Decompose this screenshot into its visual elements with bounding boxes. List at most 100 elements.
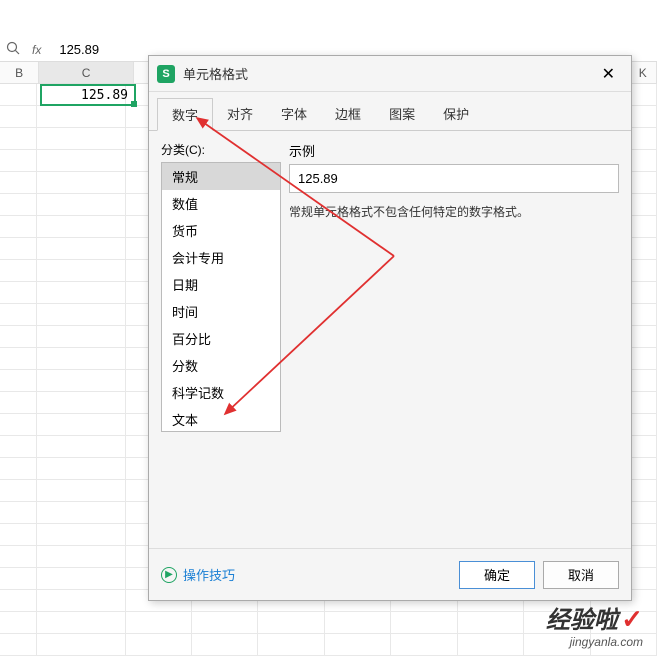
category-item-currency[interactable]: 货币	[162, 217, 280, 244]
grid-cell[interactable]	[258, 612, 324, 634]
grid-cell[interactable]	[37, 370, 125, 392]
category-item-scientific[interactable]: 科学记数	[162, 379, 280, 406]
grid-cell[interactable]	[37, 502, 125, 524]
grid-cell[interactable]	[37, 612, 125, 634]
ok-button[interactable]: 确定	[459, 561, 535, 589]
selected-cell[interactable]: 125.89	[40, 84, 136, 106]
grid-cell[interactable]	[0, 392, 37, 414]
category-item-text[interactable]: 文本	[162, 406, 280, 432]
grid-cell[interactable]	[37, 282, 125, 304]
grid-cell[interactable]	[0, 612, 37, 634]
tab-border[interactable]: 边框	[321, 98, 375, 130]
grid-cell[interactable]	[126, 612, 192, 634]
grid-cell[interactable]	[0, 414, 37, 436]
watermark-url: jingyanla.com	[546, 635, 643, 649]
grid-cell[interactable]	[0, 436, 37, 458]
tab-number[interactable]: 数字	[157, 98, 213, 131]
grid-cell[interactable]	[0, 128, 37, 150]
grid-cell[interactable]	[0, 634, 37, 656]
grid-cell[interactable]	[37, 260, 125, 282]
grid-cell[interactable]	[126, 634, 192, 656]
grid-cell[interactable]	[0, 348, 37, 370]
category-label: 分类(C):	[161, 141, 281, 158]
col-header-k[interactable]: K	[629, 62, 657, 84]
grid-cell[interactable]	[0, 150, 37, 172]
grid-cell[interactable]	[37, 458, 125, 480]
grid-cell[interactable]	[325, 612, 391, 634]
dialog-footer: ▶ 操作技巧 确定 取消	[149, 548, 631, 600]
grid-cell[interactable]	[0, 172, 37, 194]
category-item-number[interactable]: 数值	[162, 190, 280, 217]
grid-cell[interactable]	[37, 194, 125, 216]
category-list[interactable]: 常规 数值 货币 会计专用 日期 时间 百分比 分数 科学记数 文本 特殊 自定…	[161, 162, 281, 432]
grid-cell[interactable]	[0, 326, 37, 348]
grid-cell[interactable]	[37, 326, 125, 348]
category-item-percentage[interactable]: 百分比	[162, 325, 280, 352]
grid-cell[interactable]	[391, 634, 457, 656]
grid-cell[interactable]	[0, 282, 37, 304]
grid-cell[interactable]	[458, 634, 524, 656]
tab-pattern[interactable]: 图案	[375, 98, 429, 130]
grid-cell[interactable]	[37, 634, 125, 656]
col-header-c[interactable]: C	[39, 62, 133, 84]
grid-cell[interactable]	[37, 546, 125, 568]
grid-cell[interactable]	[0, 546, 37, 568]
grid-cell[interactable]	[37, 436, 125, 458]
grid-cell[interactable]	[37, 128, 125, 150]
grid-cell[interactable]	[458, 612, 524, 634]
category-item-fraction[interactable]: 分数	[162, 352, 280, 379]
play-icon: ▶	[161, 567, 177, 583]
grid-cell[interactable]	[0, 194, 37, 216]
category-item-time[interactable]: 时间	[162, 298, 280, 325]
grid-cell[interactable]	[37, 216, 125, 238]
grid-cell[interactable]	[192, 612, 258, 634]
sample-value: 125.89	[289, 164, 619, 193]
sample-label: 示例	[289, 141, 619, 160]
grid-cell[interactable]	[37, 480, 125, 502]
grid-cell[interactable]	[37, 348, 125, 370]
tab-alignment[interactable]: 对齐	[213, 98, 267, 130]
grid-cell[interactable]	[0, 304, 37, 326]
grid-cell[interactable]	[0, 260, 37, 282]
grid-cell[interactable]	[0, 524, 37, 546]
grid-cell[interactable]	[37, 238, 125, 260]
tips-link[interactable]: ▶ 操作技巧	[161, 565, 235, 584]
cancel-button[interactable]: 取消	[543, 561, 619, 589]
grid-cell[interactable]	[0, 106, 37, 128]
grid-cell[interactable]	[258, 634, 324, 656]
grid-cell[interactable]	[37, 304, 125, 326]
grid-cell[interactable]	[37, 590, 125, 612]
col-header-b[interactable]: B	[0, 62, 39, 84]
grid-cell[interactable]	[37, 524, 125, 546]
grid-cell[interactable]	[0, 238, 37, 260]
watermark: 经验啦 ✓ jingyanla.com	[546, 600, 643, 649]
grid-cell[interactable]	[0, 370, 37, 392]
tab-protection[interactable]: 保护	[429, 98, 483, 130]
tab-font[interactable]: 字体	[267, 98, 321, 130]
category-item-accounting[interactable]: 会计专用	[162, 244, 280, 271]
grid-cell[interactable]	[0, 480, 37, 502]
grid-cell[interactable]	[0, 568, 37, 590]
grid-cell[interactable]	[325, 634, 391, 656]
grid-cell[interactable]	[37, 568, 125, 590]
category-item-general[interactable]: 常规	[162, 163, 280, 190]
grid-cell[interactable]	[37, 172, 125, 194]
zoom-icon[interactable]	[6, 41, 20, 58]
grid-cell[interactable]	[0, 84, 37, 106]
check-icon: ✓	[621, 604, 643, 634]
grid-cell[interactable]	[37, 150, 125, 172]
close-icon[interactable]: ✕	[594, 60, 623, 88]
fx-label[interactable]: fx	[32, 43, 41, 57]
formula-input[interactable]: 125.89	[55, 40, 103, 59]
grid-cell[interactable]	[0, 458, 37, 480]
grid-cell[interactable]	[0, 502, 37, 524]
grid-cell[interactable]	[192, 634, 258, 656]
tips-label: 操作技巧	[183, 565, 235, 584]
grid-cell[interactable]	[391, 612, 457, 634]
grid-cell[interactable]	[37, 392, 125, 414]
grid-cell[interactable]	[0, 590, 37, 612]
category-item-date[interactable]: 日期	[162, 271, 280, 298]
grid-cell[interactable]	[0, 216, 37, 238]
grid-cell[interactable]	[37, 106, 125, 128]
grid-cell[interactable]	[37, 414, 125, 436]
